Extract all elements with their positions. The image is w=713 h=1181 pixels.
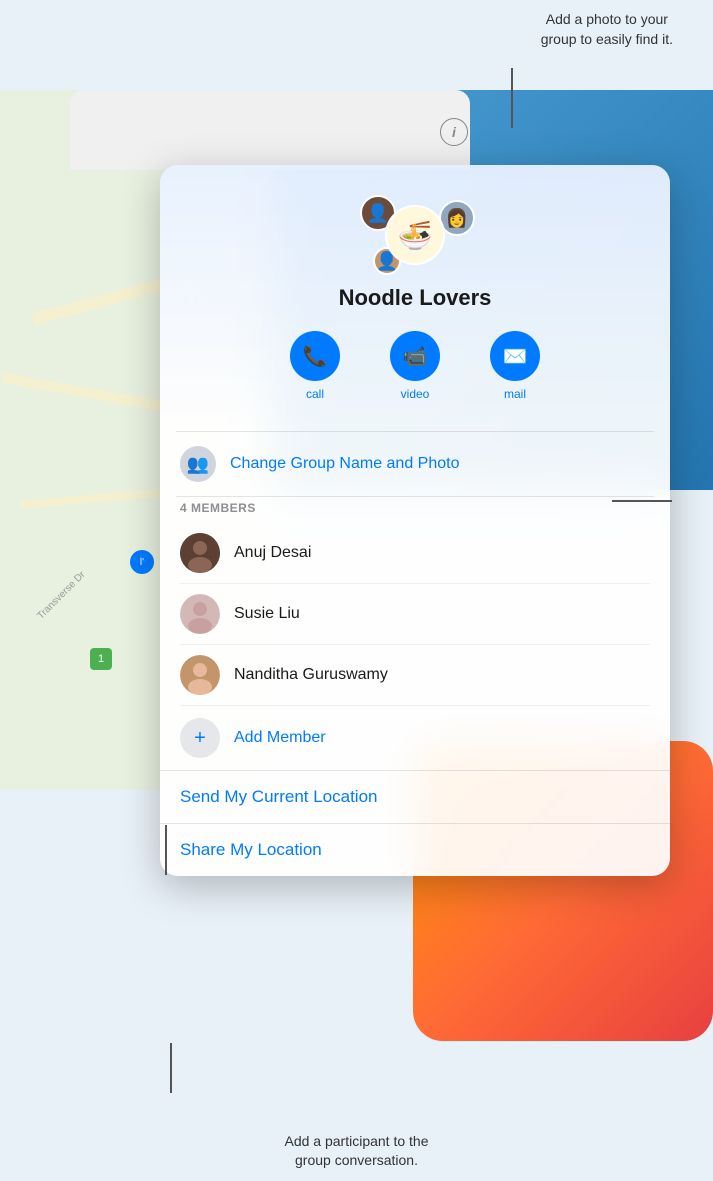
marker-label: l': [140, 557, 144, 568]
annotation-top-text: Add a photo to yourgroup to easily find …: [541, 11, 673, 47]
call-icon: 📞: [290, 331, 340, 381]
change-group-label: Change Group Name and Photo: [230, 455, 459, 473]
add-member-label: Add Member: [234, 729, 326, 747]
annotation-top: Add a photo to yourgroup to easily find …: [541, 10, 673, 49]
add-member-row[interactable]: + Add Member: [180, 706, 650, 770]
member-name-susie: Susie Liu: [234, 605, 300, 623]
card-header: 👤 🍜 👩 👤 Noodle Lovers 📞 call 📹 video ✉️ …: [160, 165, 670, 431]
change-group-row[interactable]: 👥 Change Group Name and Photo: [160, 432, 670, 496]
background-panel: [70, 90, 470, 170]
annotation-line-top: [511, 68, 513, 128]
call-label: call: [306, 387, 324, 401]
mail-button[interactable]: ✉️ mail: [490, 331, 540, 401]
video-button[interactable]: 📹 video: [390, 331, 440, 401]
member-avatar-anuj: [180, 533, 220, 573]
video-icon: 📹: [390, 331, 440, 381]
call-button[interactable]: 📞 call: [290, 331, 340, 401]
location-section: Send My Current Location Share My Locati…: [160, 770, 670, 876]
annotation-line-bottom: [170, 1043, 172, 1093]
video-label: video: [401, 387, 430, 401]
annotation-bottom-text: Add a participant to thegroup conversati…: [285, 1133, 429, 1169]
avatar-main: 🍜: [385, 205, 445, 265]
member-name-anuj: Anuj Desai: [234, 544, 311, 562]
group-icon: 👥: [180, 446, 216, 482]
annotation-bottom: Add a participant to thegroup conversati…: [285, 1132, 429, 1171]
add-member-icon: +: [180, 718, 220, 758]
info-icon: i: [452, 124, 456, 140]
member-avatar-nanditha: [180, 655, 220, 695]
group-name: Noodle Lovers: [339, 285, 492, 311]
share-location-button[interactable]: Share My Location: [160, 824, 670, 876]
map-road-label: Transverse Dr: [35, 569, 87, 621]
send-location-button[interactable]: Send My Current Location: [160, 771, 670, 824]
member-row: Nanditha Guruswamy: [180, 645, 650, 706]
popup-card: 👤 🍜 👩 👤 Noodle Lovers 📞 call 📹 video ✉️ …: [160, 165, 670, 876]
map-location-marker: l': [130, 550, 154, 574]
info-button[interactable]: i: [440, 118, 468, 146]
mail-label: mail: [504, 387, 526, 401]
member-name-nanditha: Nanditha Guruswamy: [234, 666, 388, 684]
avatar-cluster: 👤 🍜 👩 👤: [355, 195, 475, 275]
map-number-badge: 1: [90, 648, 112, 670]
callout-line-change-group: [612, 500, 672, 502]
action-buttons: 📞 call 📹 video ✉️ mail: [290, 331, 540, 401]
members-section: 4 MEMBERS Anuj Desai Susie Liu: [160, 501, 670, 770]
member-row: Susie Liu: [180, 584, 650, 645]
callout-line-add-member: [165, 825, 167, 875]
members-header: 4 MEMBERS: [180, 501, 650, 515]
member-row: Anuj Desai: [180, 523, 650, 584]
mail-icon: ✉️: [490, 331, 540, 381]
member-avatar-susie: [180, 594, 220, 634]
divider-2: [176, 496, 654, 497]
